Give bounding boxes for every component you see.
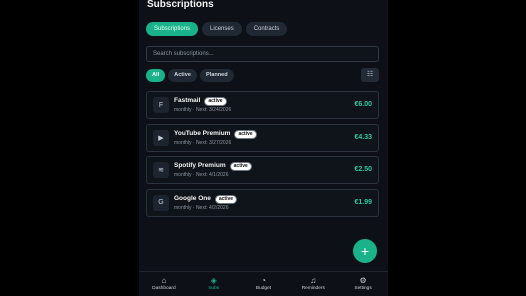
filter-all[interactable]: All	[146, 69, 166, 82]
nav-label: Reminders	[301, 286, 325, 291]
tab-subscriptions[interactable]: Subscriptions	[146, 22, 199, 36]
fastmail-logo-icon: F	[153, 97, 169, 113]
nav-reminders[interactable]: ♫ Reminders	[288, 272, 338, 296]
subscription-price: €1.99	[354, 198, 372, 206]
home-icon: ⌂	[161, 276, 167, 285]
filter-planned[interactable]: Planned	[199, 69, 234, 82]
tab-contracts[interactable]: Contracts	[245, 22, 288, 36]
google-logo-icon: G	[153, 194, 169, 211]
status-badge: active	[214, 194, 238, 204]
nav-label: Settings	[354, 286, 372, 291]
nav-label: Subs	[208, 286, 220, 291]
status-badge: active	[204, 97, 227, 106]
subscription-meta: monthly · Next: 4/1/2026	[174, 172, 229, 178]
subscription-list: F Fastmail active monthly · Next: 3/24/20…	[146, 91, 379, 221]
nav-budget[interactable]: ◔ Budget	[239, 272, 289, 296]
spotify-logo-icon: ≋	[153, 162, 169, 178]
filter-active[interactable]: Active	[168, 69, 197, 82]
subscription-meta: monthly · Next: 3/24/2026	[174, 107, 232, 113]
subscription-name: Fastmail active	[174, 97, 227, 106]
layers-icon: ◈	[210, 276, 217, 285]
bottom-nav: ⌂ Dashboard ◈ Subs ◔ Budget ♫ Reminders …	[139, 271, 388, 296]
nav-label: Budget	[255, 286, 272, 291]
sliders-icon[interactable]: ☷	[361, 68, 379, 82]
subscription-name: YouTube Premium active	[174, 129, 257, 139]
subscription-card-youtube[interactable]: ▶ YouTube Premium active monthly · Next: …	[146, 123, 379, 152]
nav-dashboard[interactable]: ⌂ Dashboard	[139, 272, 189, 296]
subscription-price: €6.00	[354, 101, 372, 108]
subscription-card-fastmail[interactable]: F Fastmail active monthly · Next: 3/24/20…	[146, 91, 379, 119]
add-subscription-button[interactable]: +	[353, 239, 377, 263]
subscription-name: Spotify Premium active	[174, 162, 252, 171]
page-title: Subscriptions	[147, 0, 214, 10]
filter-chips: All Active Planned	[146, 69, 234, 82]
segment-tabs: Subscriptions Licenses Contracts	[146, 22, 288, 36]
gear-icon: ⚙	[359, 276, 367, 285]
subscription-meta: monthly · Next: 4/2/2026	[174, 204, 229, 211]
subscription-card-google-one[interactable]: G Google One active monthly · Next: 4/2/2…	[146, 188, 379, 217]
nav-label: Dashboard	[152, 286, 176, 291]
youtube-logo-icon: ▶	[153, 129, 169, 146]
status-badge: active	[234, 129, 257, 139]
bell-icon: ♫	[310, 276, 317, 285]
subscription-name: Google One active	[174, 194, 238, 204]
subscription-meta: monthly · Next: 3/27/2026	[174, 139, 232, 146]
subscription-card-spotify[interactable]: ≋ Spotify Premium active monthly · Next: …	[146, 156, 379, 184]
app-screen: Subscriptions Subscriptions Licenses Con…	[139, 0, 388, 296]
pie-chart-icon: ◔	[261, 276, 266, 285]
nav-subs[interactable]: ◈ Subs	[189, 272, 239, 296]
search-input[interactable]: Search subscriptions...	[146, 46, 379, 62]
status-badge: active	[229, 162, 252, 171]
subscription-price: €2.50	[354, 166, 372, 173]
subscription-price: €4.33	[354, 133, 372, 141]
tab-licenses[interactable]: Licenses	[202, 22, 242, 36]
nav-settings[interactable]: ⚙ Settings	[338, 272, 388, 296]
